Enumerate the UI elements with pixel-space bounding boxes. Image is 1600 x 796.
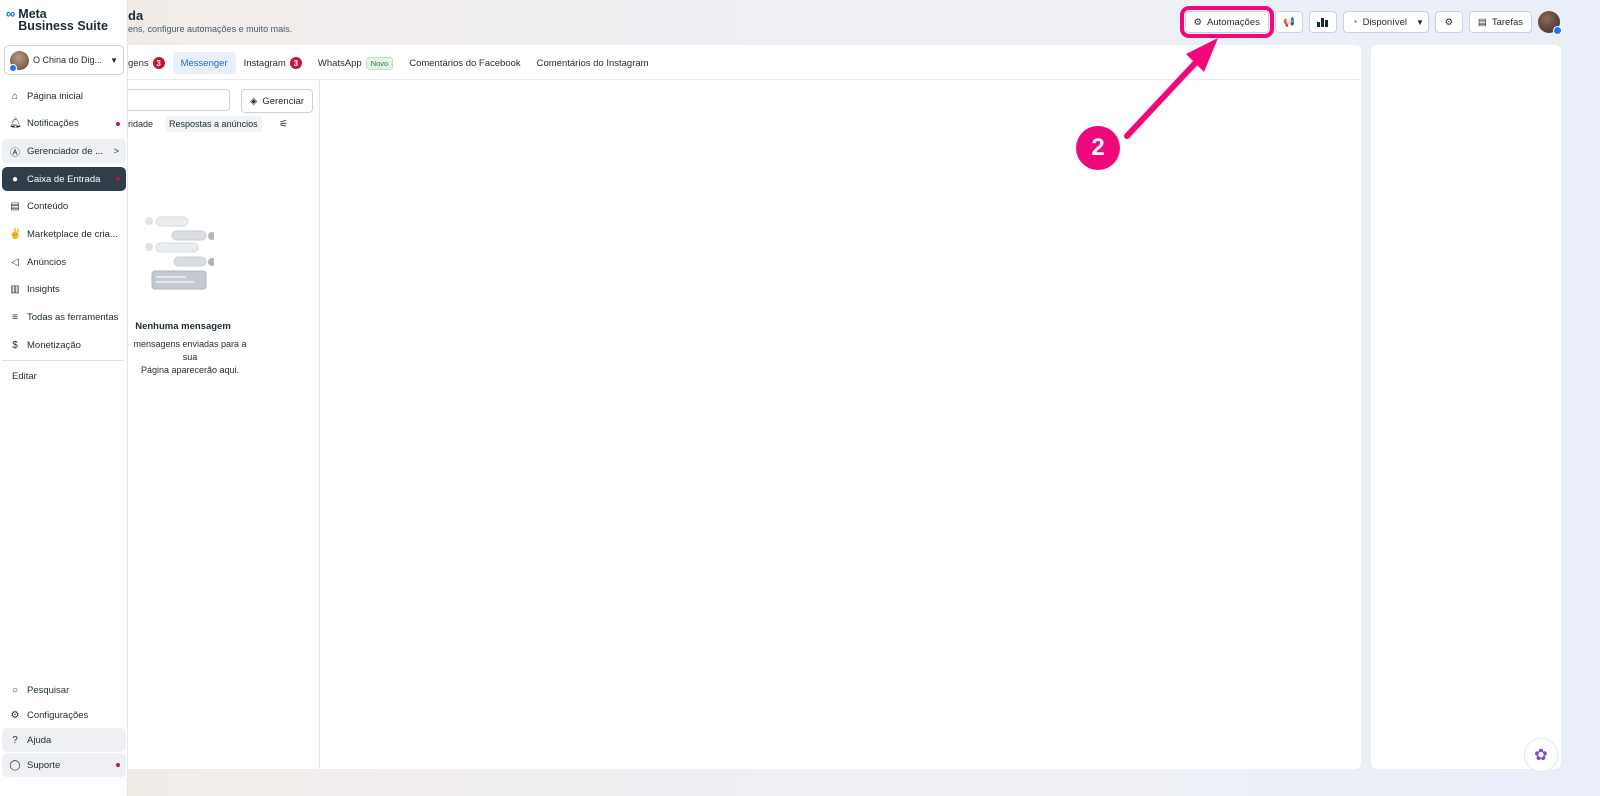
annotation-arrow — [1124, 38, 1218, 139]
step-number-badge: 2 — [1076, 126, 1120, 170]
ai-assistant-icon[interactable]: ✿ — [1524, 738, 1558, 772]
